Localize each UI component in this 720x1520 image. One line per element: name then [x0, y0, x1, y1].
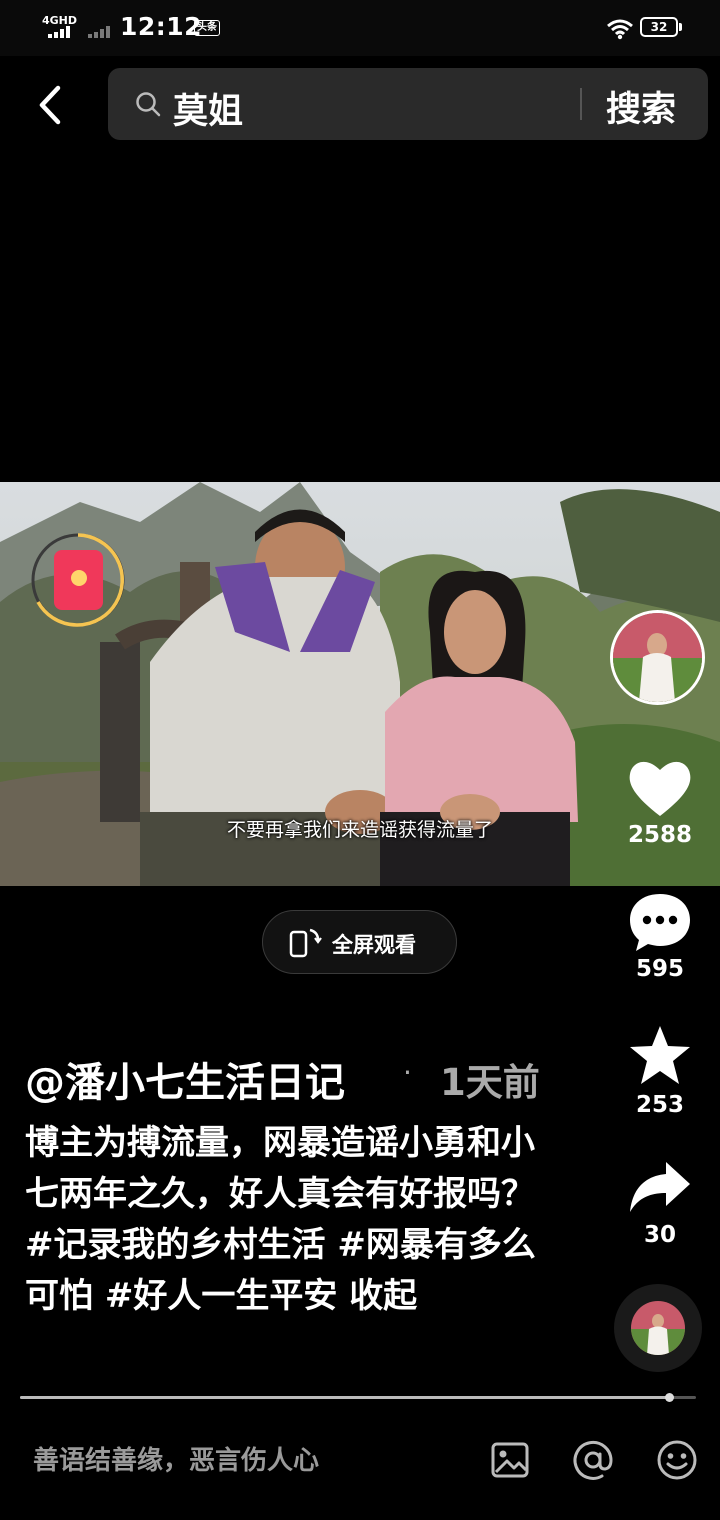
search-button[interactable]: 搜索 [606, 81, 676, 132]
hashtag-link[interactable]: #记录我的乡村生活 [25, 1225, 326, 1265]
battery-icon: 32 [640, 17, 678, 37]
favorite-count: 253 [635, 1092, 684, 1118]
signal-icon [48, 26, 74, 38]
caption-text: 博主为搏流量，网暴造谣小勇和小七两年之久，好人真会有好报吗？ [25, 1123, 535, 1214]
at-icon[interactable] [571, 1438, 615, 1482]
emoji-icon[interactable] [655, 1438, 699, 1482]
post-time: 1天前 [440, 1061, 540, 1104]
video-progress-handle[interactable] [665, 1393, 674, 1402]
hashtag-link[interactable]: #好人一生平安 [105, 1276, 338, 1316]
like-count: 2588 [627, 822, 692, 848]
rotate-phone-icon [289, 928, 322, 958]
post-caption: 博主为搏流量，网暴造谣小勇和小七两年之久，好人真会有好报吗？ #记录我的乡村生活… [25, 1118, 545, 1322]
status-time: 12:12 [120, 12, 203, 41]
signal-secondary-icon [88, 26, 112, 38]
avatar-image [613, 613, 702, 702]
red-packet-coin [71, 570, 87, 586]
comment-icon[interactable] [626, 890, 694, 954]
heart-icon[interactable] [626, 756, 694, 820]
chevron-left-icon[interactable] [30, 78, 74, 132]
search-icon [136, 92, 161, 117]
creator-avatar[interactable] [610, 610, 705, 705]
share-count: 30 [643, 1222, 676, 1248]
star-icon[interactable] [626, 1024, 694, 1088]
music-cover [631, 1301, 685, 1355]
comment-input[interactable]: 善语结善缘，恶言伤人心 [33, 1440, 319, 1477]
image-icon[interactable] [488, 1438, 532, 1482]
comment-count: 595 [635, 956, 684, 982]
collapse-link[interactable]: 收起 [349, 1276, 417, 1316]
search-divider [580, 88, 582, 120]
separator-dot: · [403, 1056, 412, 1089]
battery-level: 32 [650, 20, 668, 34]
fullscreen-label: 全屏观看 [332, 933, 416, 957]
video-progress-fill [20, 1396, 669, 1399]
share-icon[interactable] [626, 1156, 694, 1220]
wifi-icon [607, 19, 633, 40]
battery-tip [679, 23, 682, 31]
app-badge: 头条 [194, 20, 220, 36]
author-name[interactable]: @潘小七生活日记 [25, 1050, 345, 1108]
search-input[interactable]: 莫姐 [173, 83, 243, 134]
